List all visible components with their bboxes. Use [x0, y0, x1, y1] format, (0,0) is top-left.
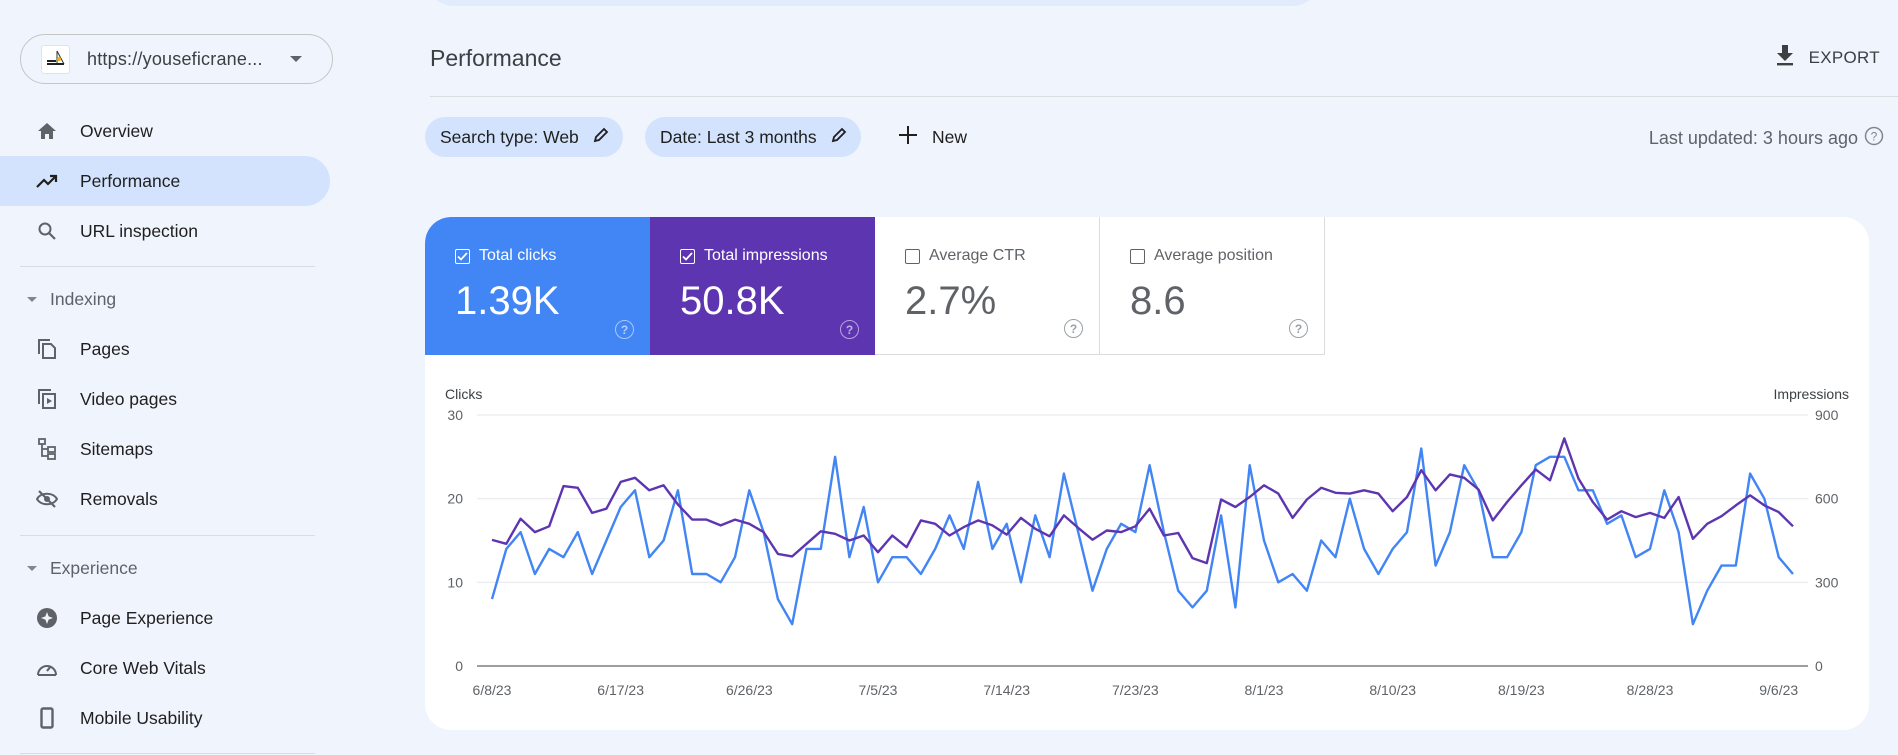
sidebar-item-label: Video pages [80, 388, 177, 409]
section-title: Experience [50, 557, 138, 578]
sidebar-item-label: Mobile Usability [80, 707, 203, 728]
edit-pencil-icon [593, 127, 609, 148]
performance-card: Total clicks 1.39K ? Total impressions 5… [425, 217, 1869, 730]
sidebar-item-overview[interactable]: Overview [0, 106, 330, 156]
last-updated-text: Last updated: 3 hours ago [1648, 128, 1858, 148]
sidebar-divider [20, 535, 315, 536]
x-tick-label: 8/28/23 [1627, 682, 1674, 698]
edit-pencil-icon [831, 127, 847, 148]
page-title: Performance [430, 45, 562, 71]
last-updated: Last updated: 3 hours ago ? [1649, 126, 1884, 151]
section-title: Indexing [50, 288, 117, 309]
sidebar-item-label: Page Experience [80, 607, 214, 628]
export-button[interactable]: EXPORT [1775, 44, 1880, 71]
performance-chart[interactable]: Clicks Impressions 0 10 20 30 0 300 600 900 6/… [425, 217, 1869, 730]
pages-icon [36, 338, 58, 360]
caret-down-icon [27, 296, 37, 302]
y-axis-right-title: Impressions [1774, 386, 1849, 402]
trending-up-icon [36, 170, 58, 192]
y-tick-right: 0 [1815, 658, 1823, 674]
sidebar-item-pages[interactable]: Pages [0, 324, 330, 374]
visibility-off-icon [36, 488, 58, 510]
y-tick-right: 600 [1815, 491, 1839, 507]
filter-chip-date[interactable]: Date: Last 3 months [645, 117, 861, 157]
sidebar-item-label: Performance [80, 170, 181, 191]
y-tick-left: 0 [455, 658, 463, 674]
property-selector[interactable]: https://youseficrane... [20, 34, 333, 84]
x-tick-label: 8/10/23 [1369, 682, 1416, 698]
search-icon [36, 220, 58, 242]
plus-icon [898, 125, 918, 150]
x-tick-label: 8/1/23 [1245, 682, 1284, 698]
sidebar-item-mobile-usability[interactable]: Mobile Usability [0, 693, 330, 743]
x-tick-label: 8/19/23 [1498, 682, 1545, 698]
y-tick-left: 20 [447, 491, 463, 507]
new-label: New [932, 126, 968, 147]
svg-text:?: ? [1871, 130, 1878, 144]
property-url: https://youseficrane... [87, 48, 263, 69]
x-tick-label: 9/6/23 [1759, 682, 1798, 698]
sidebar-item-label: Overview [80, 120, 153, 141]
y-axis-left-title: Clicks [445, 386, 482, 402]
chip-label: Date: Last 3 months [660, 126, 817, 147]
x-tick-label: 7/5/23 [859, 682, 898, 698]
sidebar-item-label: Removals [80, 488, 158, 509]
home-icon [36, 120, 58, 142]
sidebar-divider [20, 753, 315, 754]
chip-label: Search type: Web [440, 126, 579, 147]
sidebar-item-video-pages[interactable]: Video pages [0, 374, 330, 424]
sitemap-icon [36, 438, 58, 460]
help-icon[interactable]: ? [1864, 126, 1884, 151]
header-divider [430, 96, 1898, 97]
x-tick-label: 6/8/23 [473, 682, 512, 698]
crane-logo-icon [41, 44, 70, 74]
x-tick-label: 7/23/23 [1112, 682, 1159, 698]
filter-chip-search-type[interactable]: Search type: Web [425, 117, 623, 157]
sidebar-item-page-experience[interactable]: Page Experience [0, 593, 330, 643]
sidebar-item-label: Sitemaps [80, 438, 153, 459]
download-icon [1775, 44, 1795, 71]
sidebar-item-url-inspection[interactable]: URL inspection [0, 206, 330, 256]
sidebar-divider [20, 266, 315, 267]
caret-down-icon [27, 565, 37, 571]
sidebar-item-core-web-vitals[interactable]: Core Web Vitals [0, 643, 330, 693]
sidebar-item-label: URL inspection [80, 220, 199, 241]
sidebar-item-sitemaps[interactable]: Sitemaps [0, 424, 330, 474]
y-tick-right: 900 [1815, 407, 1839, 423]
chevron-down-icon [290, 56, 302, 62]
search-bar[interactable] [426, 0, 1320, 6]
sidebar: https://youseficrane... Overview Perform… [0, 0, 333, 755]
sidebar-item-removals[interactable]: Removals [0, 474, 330, 524]
export-label: EXPORT [1808, 47, 1880, 67]
y-tick-left: 30 [447, 407, 463, 423]
series-line-clicks [490, 447, 1794, 626]
new-filter-button[interactable]: New [898, 117, 967, 157]
sidebar-item-label: Pages [80, 338, 130, 359]
sidebar-item-performance[interactable]: Performance [0, 156, 330, 206]
sidebar-item-label: Core Web Vitals [80, 657, 206, 678]
y-tick-right: 300 [1815, 574, 1839, 590]
x-tick-label: 6/26/23 [726, 682, 773, 698]
speed-gauge-icon [36, 657, 58, 679]
y-tick-left: 10 [447, 574, 463, 590]
page-experience-icon [36, 607, 58, 629]
video-pages-icon [36, 388, 58, 410]
smartphone-icon [36, 707, 58, 729]
x-tick-label: 6/17/23 [597, 682, 644, 698]
x-tick-label: 7/14/23 [983, 682, 1030, 698]
